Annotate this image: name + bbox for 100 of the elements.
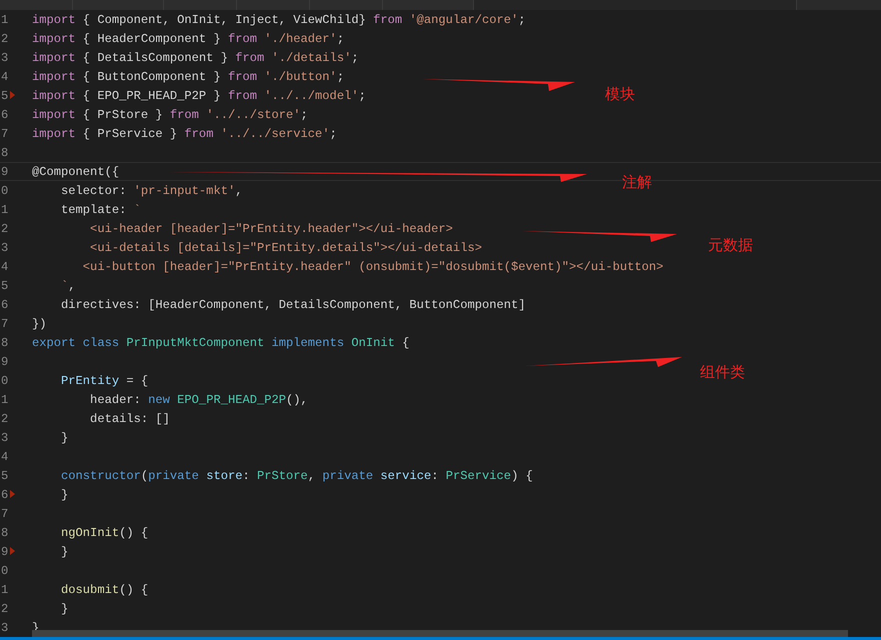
code-token: from xyxy=(170,108,199,122)
code-token: , xyxy=(235,184,242,198)
scrollbar[interactable] xyxy=(32,630,848,637)
line-number: 7 xyxy=(0,506,8,520)
line-number: 9 xyxy=(0,354,8,368)
line-number: 5 xyxy=(0,88,8,102)
code-token: from xyxy=(228,32,257,46)
line-number: 1 xyxy=(0,392,8,406)
line-number: 5 xyxy=(0,468,8,482)
code-token: import xyxy=(32,12,76,26)
code-token: ` xyxy=(60,278,68,292)
line-number: 5 xyxy=(0,278,8,292)
line-number: 0 xyxy=(0,564,8,578)
code-token: import xyxy=(32,70,76,84)
code-token: { DetailsComponent } xyxy=(82,50,229,64)
code-token: '../../model' xyxy=(263,88,359,102)
code-token: OnInit xyxy=(350,336,395,350)
code-token: './button' xyxy=(263,70,337,84)
code-token: }) xyxy=(32,316,47,330)
code-token: } xyxy=(60,544,68,558)
code-token: <ui-header [header]="PrEntity.header"></ui-header> xyxy=(89,222,453,236)
line-number: 4 xyxy=(0,70,8,84)
line-number: 6 xyxy=(0,108,8,122)
code-token: '../../service' xyxy=(220,126,330,140)
code-token: { xyxy=(401,336,410,350)
code-token: dosubmit xyxy=(60,582,120,596)
code-token: '@angular/core' xyxy=(408,12,518,26)
code-token: private xyxy=(148,468,199,482)
code-token: store xyxy=(205,468,242,482)
code-token: { HeaderComponent } xyxy=(82,32,222,46)
code-token: PrEntity xyxy=(60,374,120,388)
code-token: import xyxy=(32,108,76,122)
line-number: 7 xyxy=(0,126,8,140)
line-number: 3 xyxy=(0,620,8,634)
code-token: constructor xyxy=(60,468,141,482)
code-token: details: [] xyxy=(89,412,170,426)
code-token: ; xyxy=(336,32,344,46)
code-token: implements xyxy=(270,336,344,350)
code-token: private xyxy=(322,468,374,482)
line-number: 4 xyxy=(0,450,8,464)
line-number: 8 xyxy=(0,526,8,540)
code-token: ; xyxy=(336,70,344,84)
code-token: import xyxy=(32,126,76,140)
code-token: ` xyxy=(134,202,141,216)
line-number: 6 xyxy=(0,298,8,312)
code-token: selector: xyxy=(60,184,128,198)
code-token: ; xyxy=(358,88,366,102)
code-token: (), xyxy=(286,392,308,406)
code-token: class xyxy=(82,336,120,350)
code-token: '../../store' xyxy=(205,108,301,122)
code-token: , xyxy=(68,278,76,292)
line-number: 6 xyxy=(0,488,8,502)
code-token: { PrService } xyxy=(82,126,178,140)
line-number: 7 xyxy=(0,316,8,330)
code-token: ; xyxy=(518,12,526,26)
line-number: 9 xyxy=(0,164,8,178)
code-token: header: xyxy=(89,392,142,406)
line-number: 3 xyxy=(0,50,8,64)
line-number: 2 xyxy=(0,412,8,426)
line-number: 2 xyxy=(0,602,8,616)
code-token: @Component({ xyxy=(32,164,120,178)
code-token: { ButtonComponent } xyxy=(82,70,222,84)
annotation-label: 组件类 xyxy=(700,363,745,382)
line-number: 4 xyxy=(0,260,8,274)
code-token: ( xyxy=(140,468,148,482)
code-token: service xyxy=(379,468,432,482)
code-token: from xyxy=(235,50,264,64)
code-token: } xyxy=(60,488,68,502)
code-token: import xyxy=(32,32,76,46)
annotation-label: 注解 xyxy=(622,173,652,192)
line-number: 3 xyxy=(0,430,8,444)
code-token: <ui-details [details]="PrEntity.details"></ui-details> xyxy=(89,240,482,254)
code-token: { EPO_PR_HEAD_P2P } xyxy=(82,88,222,102)
code-token: } xyxy=(60,430,68,444)
code-token: , xyxy=(308,468,316,482)
code-token: : xyxy=(431,468,440,482)
line-number: 0 xyxy=(0,184,8,198)
code-token: from xyxy=(228,70,257,84)
code-token: 'pr-input-mkt' xyxy=(134,184,236,198)
code-token: { Component, OnInit, Inject, ViewChild} xyxy=(82,12,367,26)
code-token: () { xyxy=(119,582,148,596)
code-token: ngOnInit xyxy=(60,526,120,540)
code-token: './details' xyxy=(270,50,352,64)
code-token: from xyxy=(373,12,402,26)
code-token: ; xyxy=(330,126,337,140)
code-token: : xyxy=(242,468,251,482)
line-number: 0 xyxy=(0,374,8,388)
code-token: from xyxy=(228,88,257,102)
code-token: { PrStore } xyxy=(82,108,164,122)
code-token: template: xyxy=(60,202,128,216)
line-number: 3 xyxy=(0,240,8,254)
code-token: './header' xyxy=(263,32,337,46)
line-number: 1 xyxy=(0,12,8,26)
code-token: PrInputMktComponent xyxy=(125,336,264,350)
code-token: () { xyxy=(119,526,148,540)
annotation-label: 模块 xyxy=(605,85,635,104)
code-token: import xyxy=(32,50,76,64)
code-token: new xyxy=(148,392,170,406)
code-token: ; xyxy=(300,108,308,122)
line-number: 8 xyxy=(0,336,8,350)
